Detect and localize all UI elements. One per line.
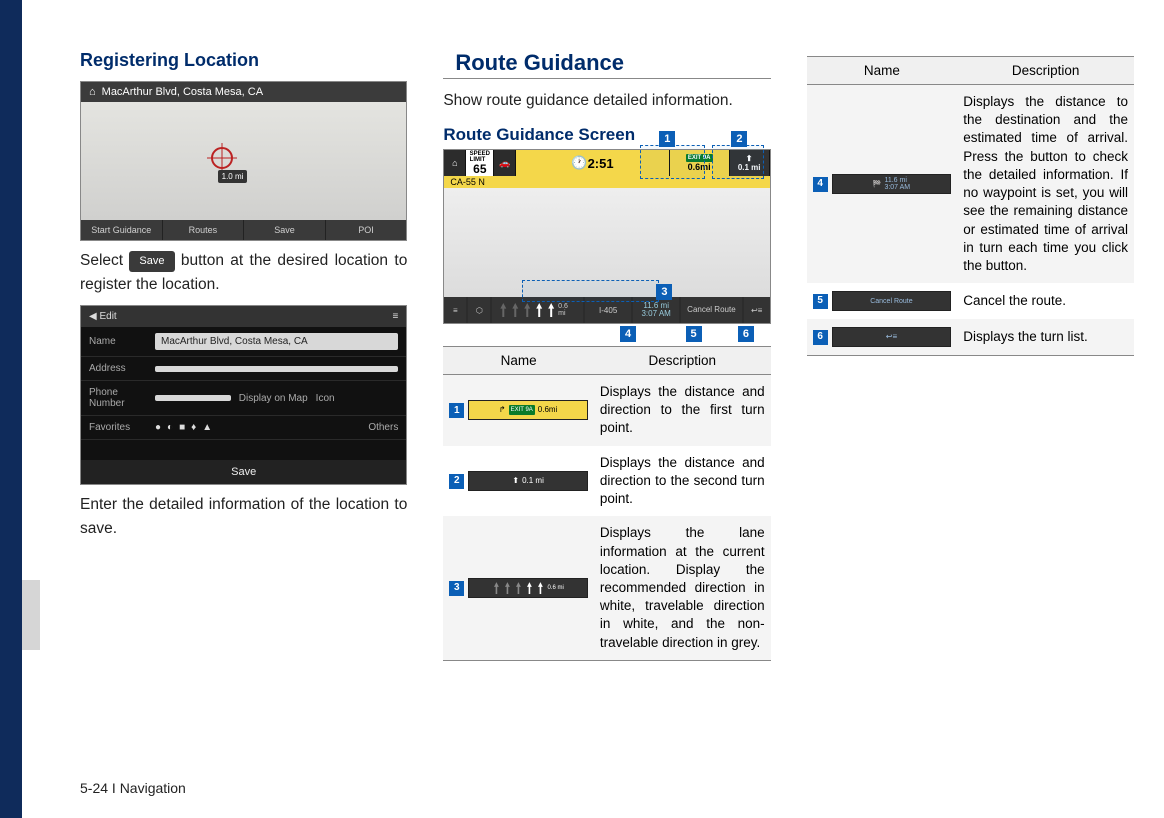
reference-table-1: Name Description 1 ↱EXIT 9A0.6mi Display… [443, 346, 770, 661]
eta-chip: 11.6 mi 3:07 AM [633, 297, 679, 323]
section-title-registering: Registering Location [80, 50, 407, 71]
address-label: Address [89, 363, 147, 374]
section-title-route: Route Guidance [443, 50, 770, 79]
favorites-label: Favorites [89, 422, 147, 433]
icon-label: Icon [316, 393, 335, 404]
shield-icon: ⬡ [468, 297, 490, 323]
display-map-label: Display on Map [239, 393, 308, 404]
edit-header: ◀ Edit ≡ [81, 306, 406, 327]
ref-num-3: 3 [449, 581, 464, 596]
save-button-sm[interactable]: Save [244, 220, 326, 240]
th-name: Name [443, 347, 594, 375]
ref-num-4: 4 [813, 177, 828, 192]
th-desc: Description [594, 347, 771, 375]
reference-table-2: Name Description 4 🏁 11.6 mi 3:07 AM [807, 56, 1134, 356]
first-turn-icon: ↱EXIT 9A0.6mi [468, 400, 588, 420]
callout-6-icon: 6 [738, 326, 754, 342]
address-field[interactable] [155, 366, 398, 372]
screenshot-edit-form: ◀ Edit ≡ Name MacArthur Blvd, Costa Mesa… [80, 305, 407, 485]
callout-4-icon: 4 [620, 326, 636, 342]
eta-icon: 🏁 11.6 mi 3:07 AM [832, 174, 952, 194]
instruction-1: Select Save button at the desired locati… [80, 249, 407, 297]
eta-clock: 🕐 2:51 [516, 150, 669, 176]
phone-label: Phone Number [89, 387, 147, 409]
map-distance-label: 1.0 mi [218, 170, 248, 183]
save-bar[interactable]: Save [81, 460, 406, 484]
table-row: 2 ⬆ 0.1 mi Displays the distance and dir… [443, 446, 770, 517]
phone-field[interactable] [155, 395, 231, 401]
menu-icon: ≡ [444, 297, 466, 323]
map-bottom-bar: Start Guidance Routes Save POI [81, 220, 406, 240]
speed-limit-chip: SPEED LIMIT 65 [466, 150, 494, 176]
poi-button[interactable]: POI [326, 220, 407, 240]
th-desc: Description [957, 57, 1134, 85]
route-intro: Show route guidance detailed information… [443, 89, 770, 113]
table-row: 4 🏁 11.6 mi 3:07 AM Displays the distanc… [807, 85, 1134, 284]
save-button-inline[interactable]: Save [129, 251, 174, 272]
home-icon: ⌂ [89, 86, 96, 98]
cancel-route-button[interactable]: Cancel Route [681, 297, 741, 323]
map-address-bar: ⌂ MacArthur Blvd, Costa Mesa, CA [81, 82, 406, 102]
start-guidance-button[interactable]: Start Guidance [81, 220, 163, 240]
second-turn-icon: ⬆ 0.1 mi [468, 471, 588, 491]
route-map-canvas [444, 188, 769, 297]
second-turn-chip: ⬆ 0.1 mi [730, 150, 770, 176]
map-address-text: MacArthur Blvd, Costa Mesa, CA [102, 86, 263, 98]
lane-info-chip: 0.6 mi [492, 297, 583, 323]
page-footer: 5-24 I Navigation [80, 780, 186, 796]
screenshot-map-register: ⌂ MacArthur Blvd, Costa Mesa, CA 1.0 mi … [80, 81, 407, 241]
table-row: 3 0.6 mi Displays the lane information a… [443, 516, 770, 660]
column-3: Name Description 4 🏁 11.6 mi 3:07 AM [807, 50, 1134, 661]
sidebar-tab [22, 580, 40, 650]
callout-5-icon: 5 [686, 326, 702, 342]
ref-num-5: 5 [813, 294, 828, 309]
favorites-icons: ●◐■♦▲ [155, 422, 360, 433]
turn-list-icon: ↩≡ [832, 327, 952, 347]
routes-button[interactable]: Routes [163, 220, 245, 240]
table-row: 1 ↱EXIT 9A0.6mi Displays the distance an… [443, 375, 770, 446]
column-1: Registering Location ⌂ MacArthur Blvd, C… [80, 50, 407, 661]
screenshot-route-guidance: ⌂ SPEED LIMIT 65 🚗 🕐 2:51 EXIT 9A 0.6mi [443, 149, 770, 324]
th-name: Name [807, 57, 958, 85]
sidebar-strip [0, 0, 22, 818]
turn-list-button[interactable]: ↩≡ [744, 297, 770, 323]
cancel-route-icon: Cancel Route [832, 291, 952, 311]
route-subtitle: Route Guidance Screen [443, 125, 770, 145]
instruction-2: Enter the detailed information of the lo… [80, 493, 407, 541]
map-crosshair-icon [211, 147, 233, 169]
lane-info-icon: 0.6 mi [468, 578, 588, 598]
table-row: 6 ↩≡ Displays the turn list. [807, 319, 1134, 356]
ref-num-1: 1 [449, 403, 464, 418]
column-2: Route Guidance Show route guidance detai… [443, 50, 770, 661]
name-label: Name [89, 336, 147, 347]
table-row: 5 Cancel Route Cancel the route. [807, 283, 1134, 319]
home-icon: ⌂ [444, 150, 466, 176]
ref-num-2: 2 [449, 474, 464, 489]
car-icon: 🚗 [494, 150, 516, 176]
first-turn-chip: EXIT 9A 0.6mi [670, 150, 730, 176]
ref-num-6: 6 [813, 330, 828, 345]
hwy-label: I-405 [585, 297, 631, 323]
name-field[interactable]: MacArthur Blvd, Costa Mesa, CA [155, 333, 398, 350]
road-name-label: CA-55 N [444, 176, 769, 188]
others-label: Others [368, 422, 398, 433]
menu-icon: ≡ [392, 311, 398, 322]
map-canvas: 1.0 mi [81, 102, 406, 220]
